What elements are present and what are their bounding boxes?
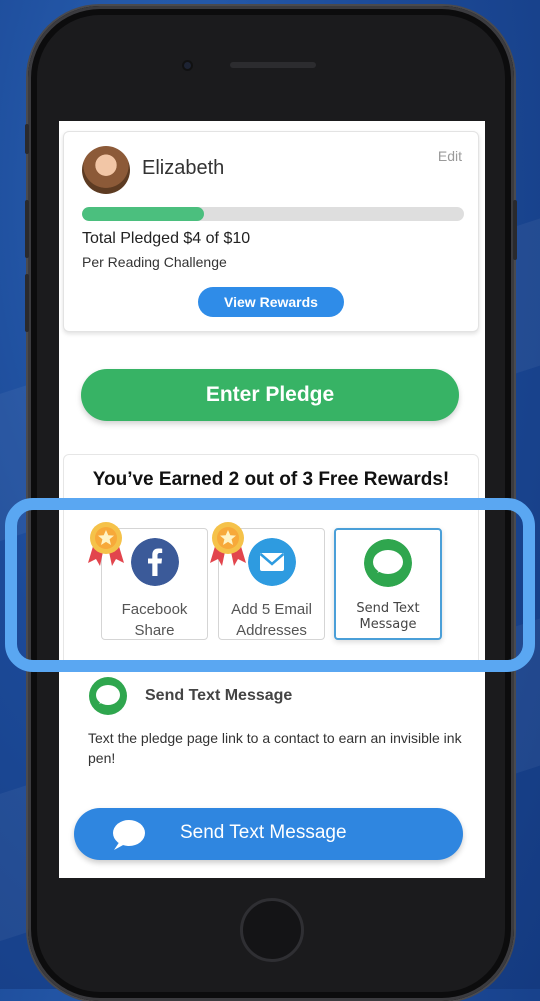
highlight-box	[5, 498, 535, 672]
speaker-grille	[230, 62, 316, 68]
rewards-title: You’ve Earned 2 out of 3 Free Rewards!	[92, 469, 450, 490]
total-pledged-text: Total Pledged $4 of $10	[82, 230, 251, 247]
pledge-progress-fill	[82, 207, 205, 221]
send-button-label: Send Text Message	[180, 822, 347, 843]
enter-pledge-button[interactable]: Enter Pledge	[81, 369, 459, 421]
profile-name: Elizabeth	[142, 157, 225, 179]
volume-up-button	[25, 200, 29, 258]
mute-switch	[25, 124, 29, 154]
detail-description: Text the pledge page link to a contact t…	[88, 730, 462, 766]
chat-bubble-icon	[113, 820, 145, 850]
power-button	[513, 200, 517, 260]
per-challenge-text: Per Reading Challenge	[82, 254, 227, 270]
avatar	[82, 146, 130, 194]
edit-link[interactable]: Edit	[438, 148, 462, 164]
profile-card: Elizabeth Edit Total Pledged $4 of $10 P…	[63, 131, 479, 332]
view-rewards-button[interactable]: View Rewards	[198, 287, 344, 317]
home-button[interactable]	[240, 898, 304, 962]
detail-title: Send Text Message	[145, 687, 293, 704]
send-text-message-button[interactable]: Send Text Message	[74, 808, 463, 860]
chat-bubble-icon	[89, 677, 127, 715]
volume-down-button	[25, 274, 29, 332]
front-camera	[182, 60, 193, 71]
pledge-progress-bar	[82, 207, 464, 221]
